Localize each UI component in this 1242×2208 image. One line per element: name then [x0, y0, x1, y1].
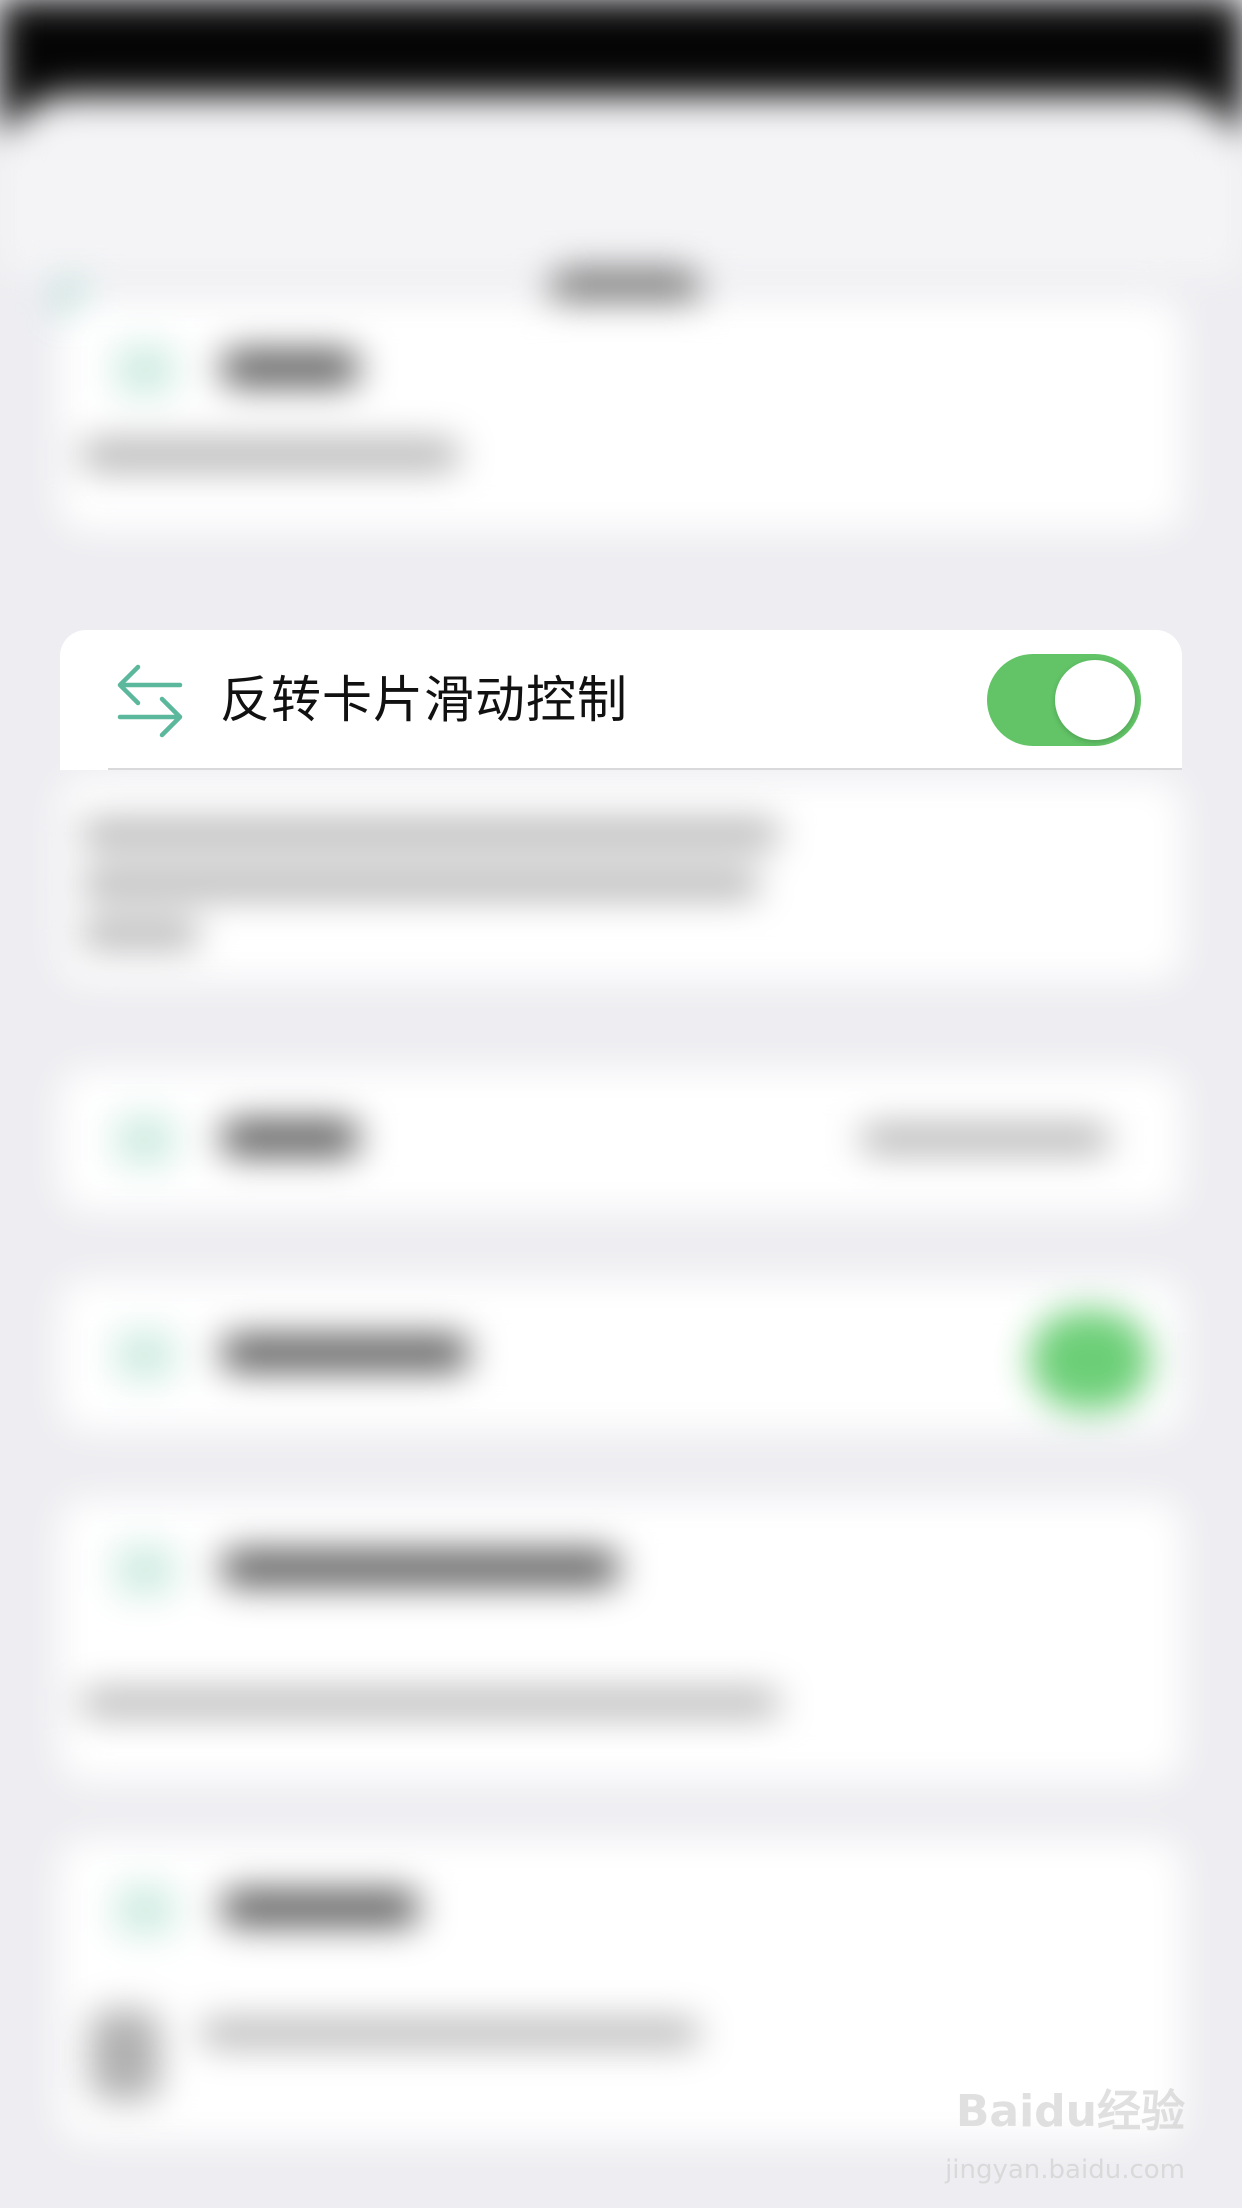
setting-label: 反转卡片滑动控制	[220, 671, 628, 729]
settings-card	[60, 1500, 1182, 1780]
setting-icon	[115, 1545, 175, 1595]
setting-icon	[115, 1885, 175, 1935]
setting-icon	[115, 1115, 175, 1165]
settings-card	[60, 780, 1182, 980]
reverse-card-swipe-setting-row: 反转卡片滑动控制	[60, 630, 1182, 770]
swap-arrows-icon	[117, 664, 183, 738]
nav-header	[0, 95, 1242, 320]
settings-card	[60, 1280, 1182, 1430]
toggle-knob[interactable]	[1055, 660, 1135, 740]
baidu-jingyan-watermark: Baidu经验 jingyan.baidu.com	[945, 2075, 1185, 2195]
setting-icon	[115, 345, 175, 395]
divider	[108, 768, 1182, 770]
watermark-logo: Baidu经验	[955, 2086, 1185, 2137]
settings-card	[60, 1070, 1182, 1210]
blurred-background-screen	[0, 0, 1242, 2208]
reverse-swipe-toggle[interactable]	[987, 654, 1141, 746]
settings-card	[60, 300, 1182, 530]
watermark-url: jingyan.baidu.com	[945, 2155, 1185, 2185]
toggle-switch	[1030, 1310, 1150, 1410]
setting-icon	[115, 1330, 175, 1380]
